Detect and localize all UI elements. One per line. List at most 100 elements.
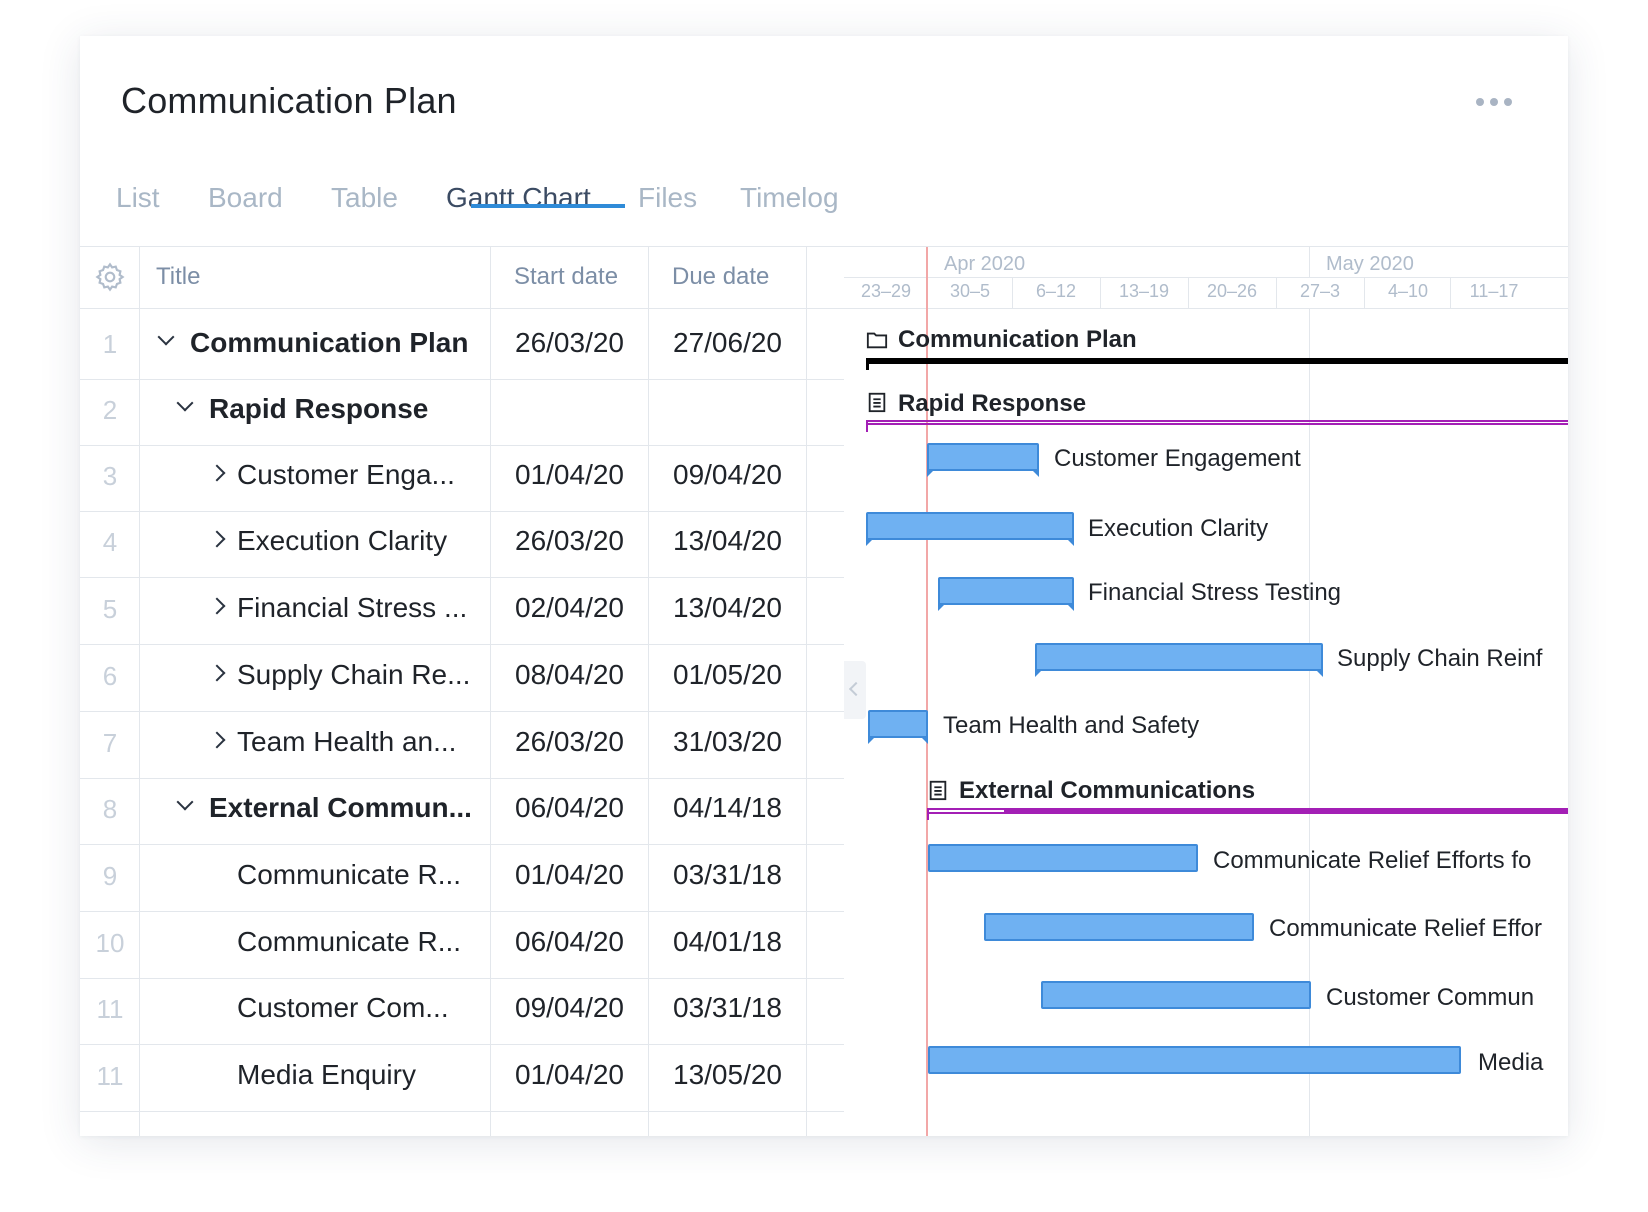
task-bar[interactable] bbox=[1041, 981, 1311, 1009]
start-date-cell[interactable]: 01/04/20 bbox=[515, 459, 624, 491]
chevron-down-icon[interactable] bbox=[157, 328, 175, 346]
chevron-right-icon[interactable] bbox=[208, 530, 226, 548]
column-start-date[interactable]: Start date bbox=[514, 263, 618, 291]
start-date-cell[interactable]: 06/04/20 bbox=[515, 926, 624, 958]
tab-timelog[interactable]: Timelog bbox=[740, 182, 839, 214]
due-date-cell[interactable]: 03/31/18 bbox=[673, 992, 782, 1024]
table-row[interactable]: 6 Supply Chain Re... 08/04/20 01/05/20 bbox=[80, 641, 844, 712]
due-date-cell[interactable]: 13/04/20 bbox=[673, 525, 782, 557]
column-title[interactable]: Title bbox=[156, 263, 200, 291]
due-date-cell[interactable]: 13/04/20 bbox=[673, 592, 782, 624]
task-bar[interactable] bbox=[866, 512, 1074, 546]
week-header: 23–29 bbox=[860, 281, 912, 301]
task-title[interactable]: Communicate R... bbox=[237, 859, 461, 891]
tab-board[interactable]: Board bbox=[208, 182, 283, 214]
gear-icon[interactable] bbox=[94, 261, 126, 293]
task-bar[interactable] bbox=[927, 443, 1039, 477]
task-title[interactable]: Execution Clarity bbox=[237, 525, 447, 557]
group-summary-bar[interactable] bbox=[866, 420, 1568, 425]
due-date-cell[interactable]: 01/05/20 bbox=[673, 659, 782, 691]
week-header: 4–10 bbox=[1387, 281, 1429, 301]
chevron-right-icon[interactable] bbox=[208, 664, 226, 682]
table-row[interactable]: 7 Team Health an... 26/03/20 31/03/20 bbox=[80, 708, 844, 779]
row-number: 8 bbox=[102, 794, 118, 824]
task-bar[interactable] bbox=[928, 844, 1198, 872]
task-title[interactable]: Rapid Response bbox=[209, 393, 428, 425]
task-title[interactable]: Customer Com... bbox=[237, 992, 449, 1024]
table-row[interactable]: 9 Communicate R... 01/04/20 03/31/18 bbox=[80, 841, 844, 912]
table-row[interactable]: 11 Media Enquiry 01/04/20 13/05/20 bbox=[80, 1041, 844, 1112]
start-date-cell[interactable]: 01/04/20 bbox=[515, 859, 624, 891]
row-number: 7 bbox=[102, 728, 118, 758]
clipboard-icon bbox=[868, 392, 886, 413]
month-header: May 2020 bbox=[1326, 253, 1414, 275]
task-title[interactable]: Communicate R... bbox=[237, 926, 461, 958]
task-title[interactable]: Supply Chain Re... bbox=[237, 659, 470, 691]
task-bar[interactable] bbox=[928, 1046, 1461, 1074]
table-row[interactable]: 8 External Commun... 06/04/20 04/14/18 bbox=[80, 774, 844, 845]
row-number: 6 bbox=[102, 661, 118, 691]
tab-table[interactable]: Table bbox=[331, 182, 398, 214]
more-dots-icon[interactable] bbox=[1476, 92, 1512, 112]
tab-files[interactable]: Files bbox=[638, 182, 697, 214]
chevron-right-icon[interactable] bbox=[208, 731, 226, 749]
row-number: 3 bbox=[102, 461, 118, 491]
due-date-cell[interactable]: 31/03/20 bbox=[673, 726, 782, 758]
task-bar-label: Communicate Relief Effor bbox=[1269, 915, 1542, 942]
table-row[interactable]: 4 Execution Clarity 26/03/20 13/04/20 bbox=[80, 507, 844, 578]
task-title[interactable]: External Commun... bbox=[209, 792, 472, 824]
chevron-right-icon[interactable] bbox=[208, 464, 226, 482]
task-title[interactable]: Media Enquiry bbox=[237, 1059, 416, 1091]
task-grid: Title Start date Due date 1 Communication… bbox=[80, 247, 844, 1136]
due-date-cell[interactable]: 09/04/20 bbox=[673, 459, 782, 491]
start-date-cell[interactable]: 02/04/20 bbox=[515, 592, 624, 624]
week-header: 27–3 bbox=[1299, 281, 1341, 301]
collapse-grid-handle[interactable] bbox=[844, 661, 866, 719]
task-title[interactable]: Financial Stress ... bbox=[237, 592, 467, 624]
task-bar-label: Customer Engagement bbox=[1054, 445, 1301, 472]
table-row[interactable]: 11 Customer Com... 09/04/20 03/31/18 bbox=[80, 974, 844, 1045]
row-number: 9 bbox=[102, 861, 118, 891]
column-due-date[interactable]: Due date bbox=[672, 263, 769, 291]
task-title[interactable]: Customer Enga... bbox=[237, 459, 455, 491]
page-title: Communication Plan bbox=[121, 80, 457, 121]
due-date-cell[interactable]: 04/14/18 bbox=[673, 792, 782, 824]
clipboard-icon bbox=[929, 780, 947, 801]
start-date-cell[interactable]: 08/04/20 bbox=[515, 659, 624, 691]
start-date-cell[interactable]: 26/03/20 bbox=[515, 726, 624, 758]
chevron-down-icon[interactable] bbox=[176, 793, 194, 811]
task-bar[interactable] bbox=[1035, 643, 1323, 677]
task-bar[interactable] bbox=[868, 710, 928, 744]
table-row[interactable]: 2 Rapid Response bbox=[80, 375, 844, 446]
month-header: Apr 2020 bbox=[944, 253, 1026, 275]
gantt-group-label: Rapid Response bbox=[898, 390, 1087, 417]
due-date-cell[interactable]: 13/05/20 bbox=[673, 1059, 782, 1091]
due-date-cell[interactable]: 27/06/20 bbox=[673, 327, 782, 359]
table-row[interactable]: 1 Communication Plan 26/03/20 27/06/20 bbox=[80, 309, 844, 380]
chevron-right-icon[interactable] bbox=[208, 597, 226, 615]
row-number: 11 bbox=[96, 994, 124, 1024]
table-row[interactable]: 5 Financial Stress ... 02/04/20 13/04/20 bbox=[80, 574, 844, 645]
table-row[interactable]: 3 Customer Enga... 01/04/20 09/04/20 bbox=[80, 441, 844, 512]
week-header: 30–5 bbox=[949, 281, 991, 301]
task-bar[interactable] bbox=[984, 913, 1254, 941]
folder-icon bbox=[866, 332, 888, 349]
task-bar-label: Financial Stress Testing bbox=[1088, 579, 1342, 606]
task-title[interactable]: Team Health an... bbox=[237, 726, 456, 758]
table-row[interactable]: 10 Communicate R... 06/04/20 04/01/18 bbox=[80, 908, 844, 979]
start-date-cell[interactable]: 26/03/20 bbox=[515, 525, 624, 557]
task-title[interactable]: Communication Plan bbox=[190, 327, 468, 359]
start-date-cell[interactable]: 09/04/20 bbox=[515, 992, 624, 1024]
row-number: 1 bbox=[102, 329, 118, 359]
tab-gantt-chart[interactable]: Gantt Chart bbox=[446, 182, 591, 214]
start-date-cell[interactable]: 01/04/20 bbox=[515, 1059, 624, 1091]
task-bar[interactable] bbox=[938, 577, 1074, 611]
gantt-card: Communication Plan List Board Table Gant… bbox=[80, 36, 1568, 1136]
due-date-cell[interactable]: 04/01/18 bbox=[673, 926, 782, 958]
project-summary-bar[interactable] bbox=[866, 358, 1568, 364]
tab-list[interactable]: List bbox=[116, 182, 160, 214]
start-date-cell[interactable]: 06/04/20 bbox=[515, 792, 624, 824]
start-date-cell[interactable]: 26/03/20 bbox=[515, 327, 624, 359]
due-date-cell[interactable]: 03/31/18 bbox=[673, 859, 782, 891]
chevron-down-icon[interactable] bbox=[176, 394, 194, 412]
